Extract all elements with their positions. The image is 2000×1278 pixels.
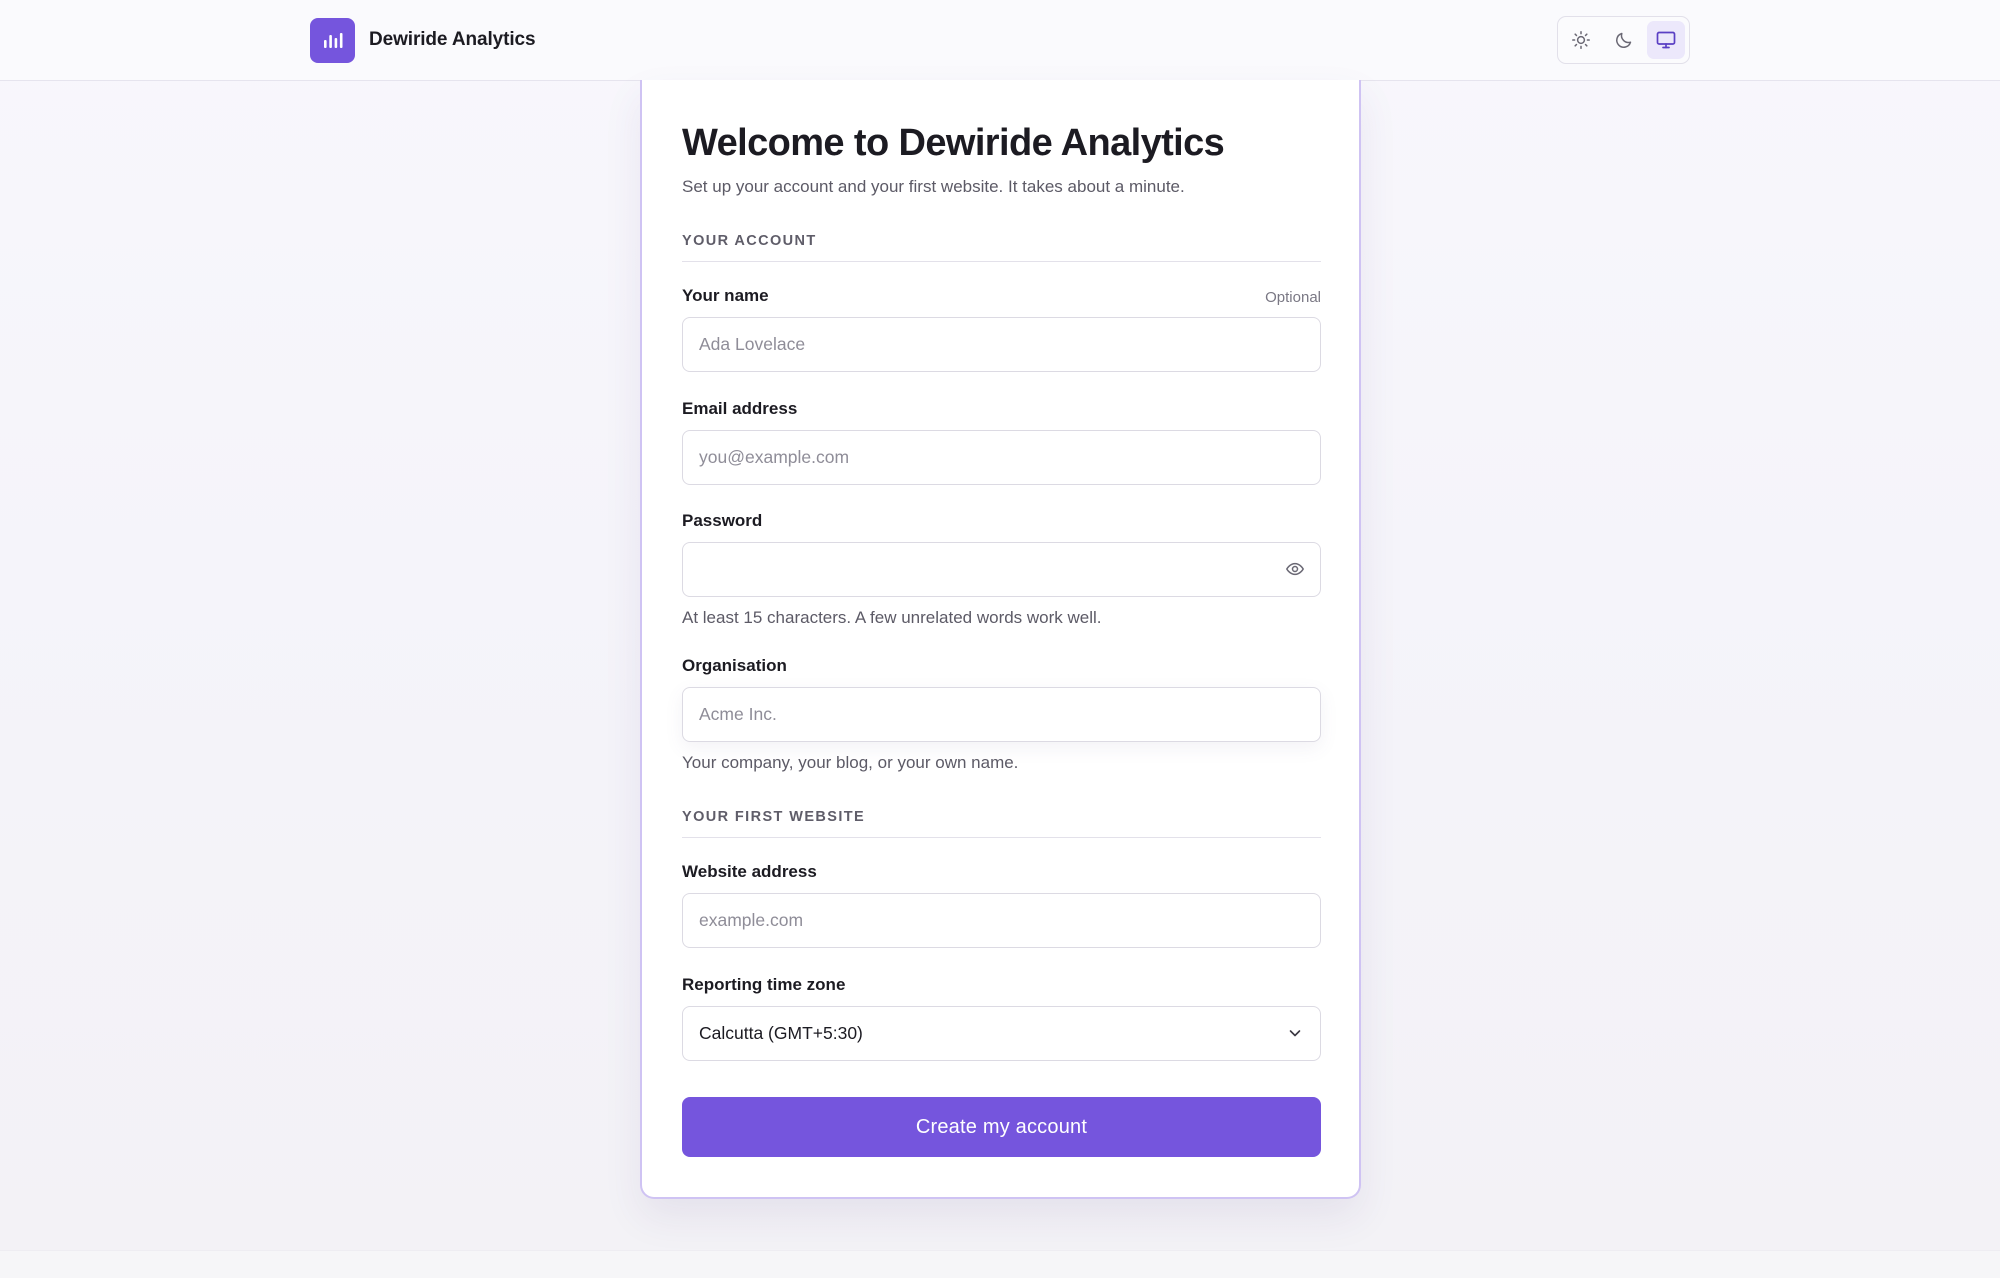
section-your-account: YOUR ACCOUNT bbox=[682, 233, 1321, 262]
footer-strip bbox=[0, 1250, 2000, 1278]
section-your-first-website: YOUR FIRST WEBSITE bbox=[682, 809, 1321, 838]
email-input[interactable] bbox=[682, 430, 1321, 485]
website-label: Website address bbox=[682, 862, 817, 881]
signup-card: Welcome to Dewiride Analytics Set up you… bbox=[640, 80, 1361, 1199]
page-subtitle: Set up your account and your first websi… bbox=[682, 177, 1185, 196]
name-label: Your name bbox=[682, 286, 769, 305]
chevron-down-icon bbox=[1289, 1030, 1301, 1037]
theme-switcher bbox=[1557, 16, 1690, 64]
password-hint: At least 15 characters. A few unrelated … bbox=[682, 608, 1102, 627]
organisation-hint: Your company, your blog, or your own nam… bbox=[682, 753, 1019, 772]
timezone-select[interactable]: Calcutta (GMT+5:30) bbox=[682, 1006, 1321, 1061]
password-input[interactable] bbox=[682, 542, 1321, 597]
name-input[interactable] bbox=[682, 317, 1321, 372]
timezone-value: Calcutta (GMT+5:30) bbox=[699, 1023, 863, 1043]
organisation-input[interactable] bbox=[682, 687, 1321, 742]
monitor-icon bbox=[1656, 31, 1676, 49]
timezone-label: Reporting time zone bbox=[682, 975, 846, 994]
theme-system-button[interactable] bbox=[1647, 21, 1685, 59]
email-label: Email address bbox=[682, 399, 798, 418]
optional-badge: Optional bbox=[1265, 289, 1321, 306]
theme-dark-button[interactable] bbox=[1605, 21, 1643, 59]
theme-light-button[interactable] bbox=[1562, 21, 1600, 59]
organisation-label: Organisation bbox=[682, 656, 787, 675]
password-label: Password bbox=[682, 511, 763, 530]
sun-icon bbox=[1572, 31, 1590, 49]
page-title: Welcome to Dewiride Analytics bbox=[682, 122, 1225, 164]
top-bar: Dewiride Analytics bbox=[0, 0, 2000, 81]
brand[interactable]: Dewiride Analytics bbox=[310, 17, 536, 63]
moon-icon bbox=[1615, 32, 1631, 48]
eye-icon[interactable] bbox=[1283, 557, 1307, 581]
website-input[interactable] bbox=[682, 893, 1321, 948]
bar-chart-icon bbox=[310, 17, 355, 63]
create-account-button[interactable]: Create my account bbox=[682, 1097, 1321, 1157]
brand-name: Dewiride Analytics bbox=[369, 29, 536, 50]
